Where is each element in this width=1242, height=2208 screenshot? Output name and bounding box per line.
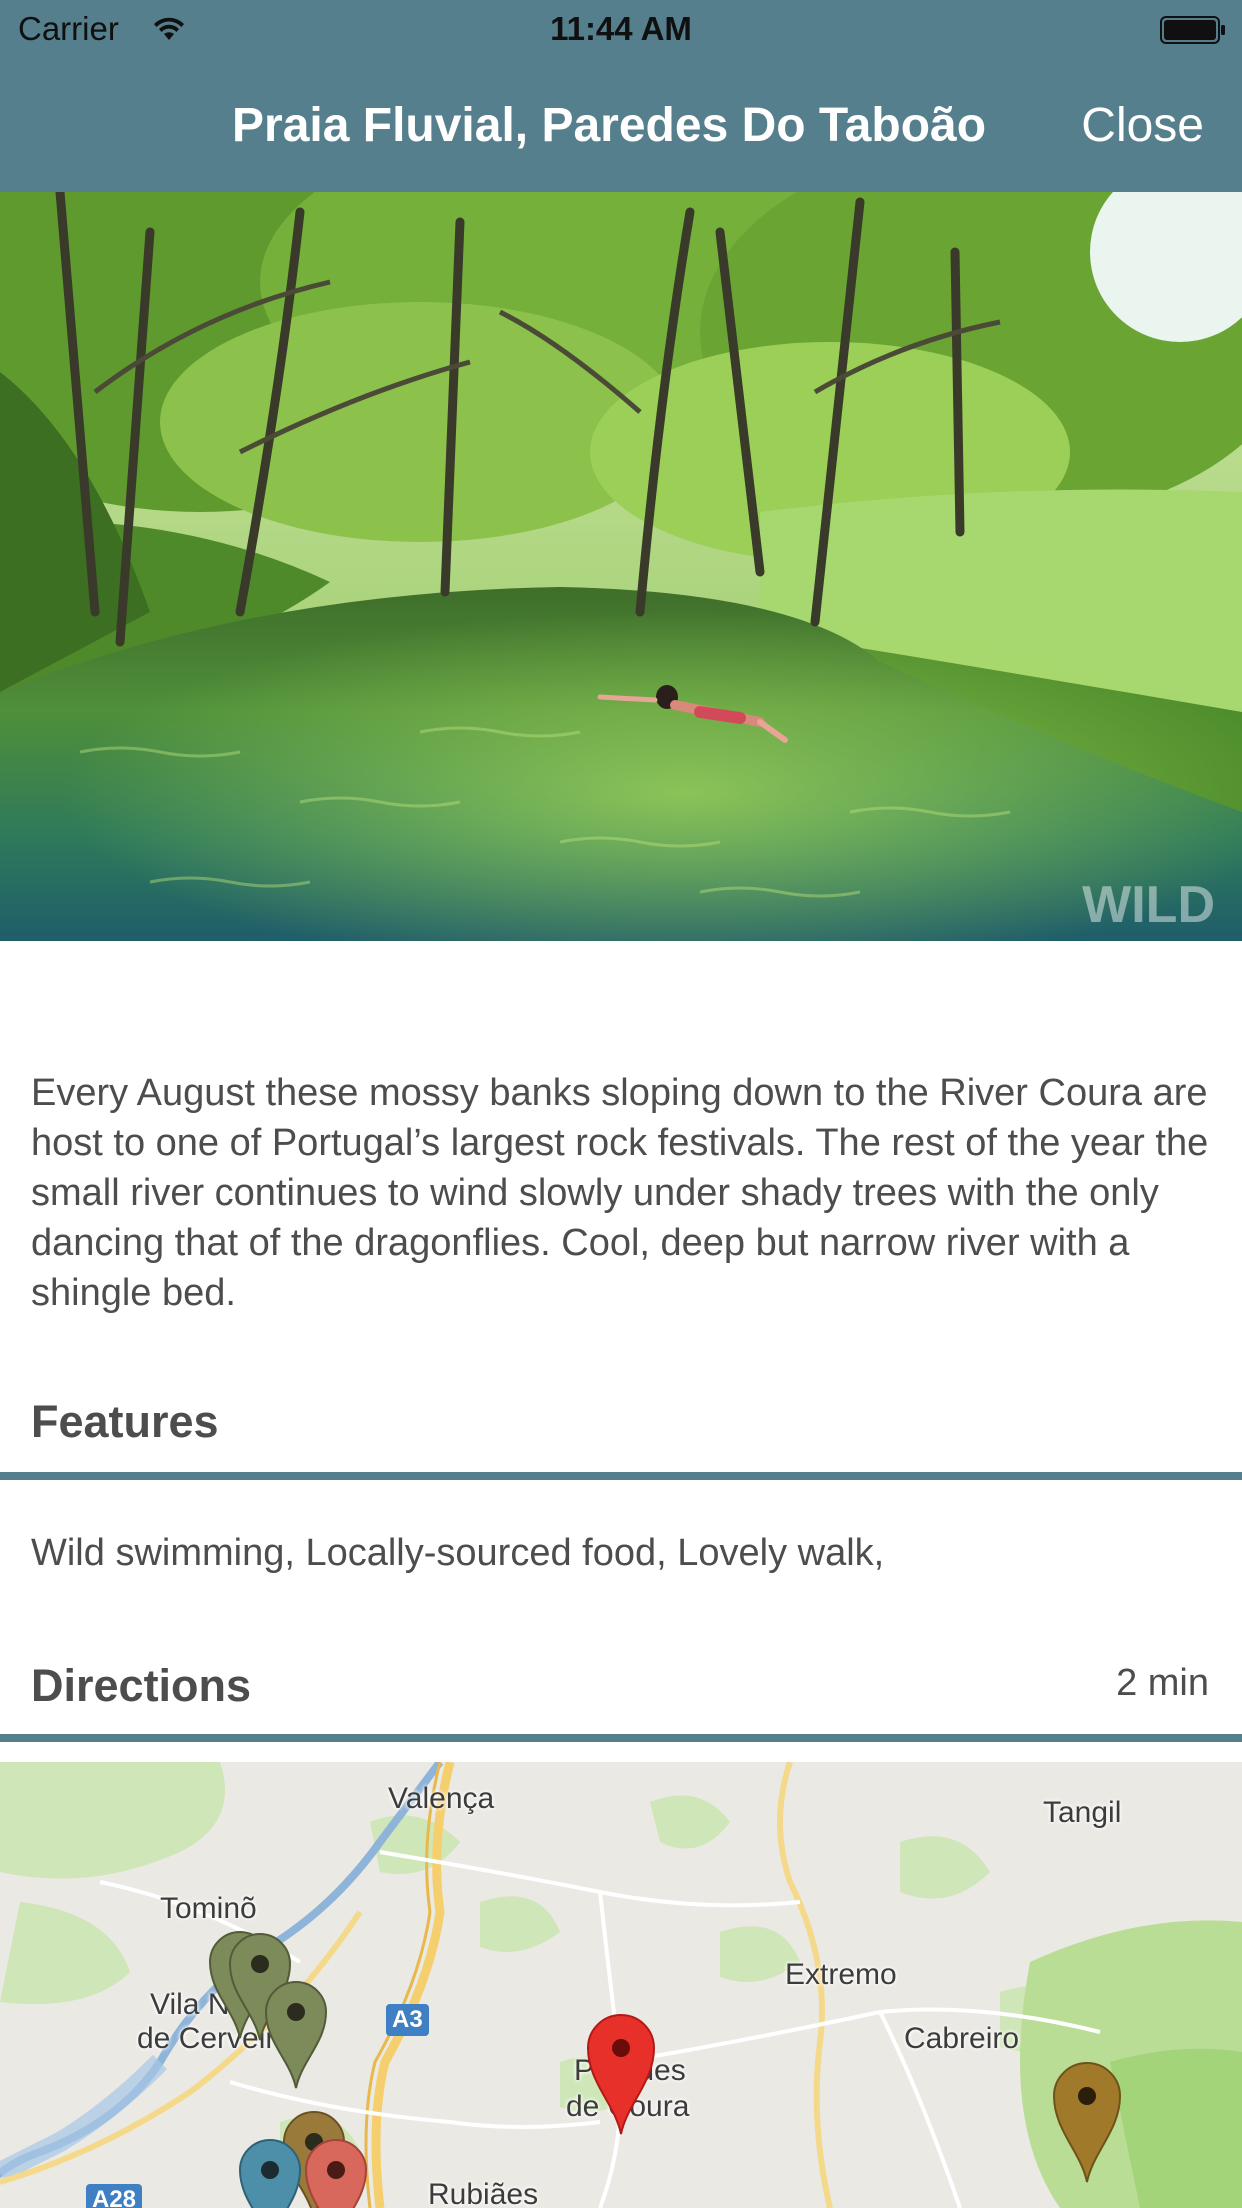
map-label-cabreiro: Cabreiro (904, 2022, 1020, 2055)
features-list: Wild swimming, Locally-sourced food, Lov… (31, 1532, 885, 1574)
status-bar: Carrier 11:44 AM (0, 0, 1242, 60)
navigation-bar: Praia Fluvial, Paredes Do Taboão Close (0, 60, 1242, 192)
map-label-extremo: Extremo (785, 1958, 897, 1991)
page-title: Praia Fluvial, Paredes Do Taboão (232, 99, 987, 152)
map-pin-red-icon[interactable] (304, 2138, 368, 2208)
features-divider (0, 1472, 1242, 1480)
status-time: 11:44 AM (550, 10, 692, 47)
features-heading: Features (31, 1396, 219, 1447)
map-label-tomino: Tominõ (160, 1892, 257, 1925)
directions-divider (0, 1734, 1242, 1742)
map-pin-blue-icon[interactable] (238, 2138, 302, 2208)
battery-icon (1160, 16, 1225, 44)
directions-heading: Directions (31, 1660, 252, 1711)
road-shield-a3: A3 (386, 2004, 429, 2036)
map-label-valenca: Valença (388, 1782, 495, 1815)
map-pin-gold-icon[interactable] (1052, 2062, 1122, 2184)
map-pin-selected-icon[interactable] (586, 2014, 656, 2136)
river-photo-illustration: WILD (0, 192, 1242, 941)
map-label-rubiaes: Rubiães (428, 2178, 539, 2208)
directions-duration: 2 min (1116, 1662, 1209, 1704)
directions-map[interactable]: Valença Tangil Tominõ Extremo Vila Nova … (0, 1762, 1242, 2208)
photo-watermark: WILD (1082, 876, 1215, 934)
hero-photo: WILD (0, 192, 1242, 941)
road-shield-a28: A28 (86, 2184, 143, 2208)
place-description: Every August these mossy banks sloping d… (31, 1072, 1209, 1314)
map-label-tangil: Tangil (1043, 1796, 1122, 1829)
close-button[interactable]: Close (1081, 98, 1204, 153)
map-pin-olive-icon[interactable] (264, 1980, 328, 2090)
